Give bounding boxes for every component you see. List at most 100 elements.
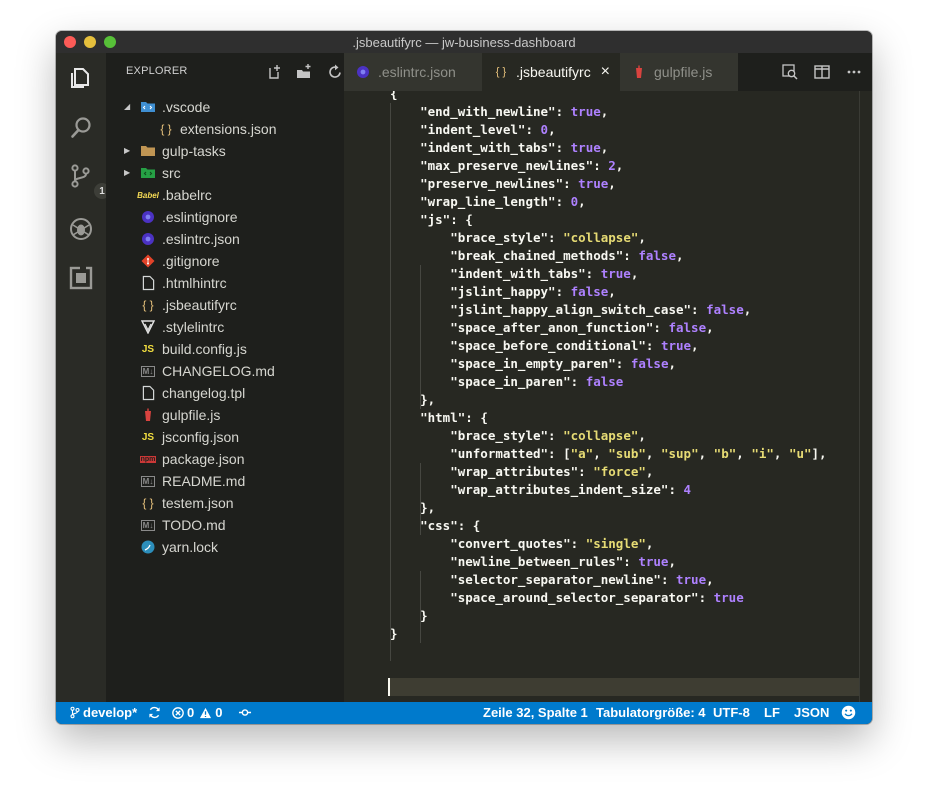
tree-item-extensions-json[interactable]: { } extensions.json — [106, 118, 344, 140]
open-changes-icon[interactable] — [782, 64, 798, 80]
code-token: "i" — [751, 446, 774, 461]
code-token: ], — [811, 446, 827, 461]
chevron-right-icon[interactable]: ▶ — [124, 146, 134, 156]
code-token: , — [638, 230, 646, 245]
tree-item-label: package.json — [162, 451, 245, 467]
search-icon[interactable] — [68, 115, 94, 141]
markdown-icon: M↓ — [140, 519, 156, 531]
tree-item-htmlhintrc[interactable]: .htmlhintrc — [106, 272, 344, 294]
new-folder-icon[interactable] — [296, 64, 312, 80]
tree-item-yarn-lock[interactable]: yarn.lock — [106, 536, 344, 558]
gulp-icon — [632, 65, 646, 79]
code-token: : — [563, 176, 579, 191]
code-token: , — [548, 122, 556, 137]
tree-item-jsbeautifyrc[interactable]: { } .jsbeautifyrc — [106, 294, 344, 316]
source-control-icon[interactable]: 1 — [68, 163, 110, 199]
debug-icon[interactable] — [68, 216, 94, 242]
tree-item-label: .stylelintrc — [162, 319, 225, 335]
file-icon — [140, 385, 156, 401]
code-line: }, — [390, 391, 435, 409]
code-token: "brace_style" — [390, 230, 549, 245]
code-token: { — [390, 91, 398, 101]
code-line: "end_with_newline": true, — [390, 103, 608, 121]
tree-item-changelog-md[interactable]: M↓ CHANGELOG.md — [106, 360, 344, 382]
refresh-icon[interactable] — [327, 64, 343, 80]
feedback-smiley-icon[interactable] — [841, 705, 856, 720]
tab-gulpfile[interactable]: gulpfile.js — [620, 53, 738, 91]
tab-eslintrc[interactable]: .eslintrc.json — [344, 53, 482, 91]
tree-item-todo-md[interactable]: M↓ TODO.md — [106, 514, 344, 536]
code-token: false — [706, 302, 744, 317]
text-cursor — [388, 678, 390, 696]
tree-item-gulpfile-js[interactable]: gulpfile.js — [106, 404, 344, 426]
tree-item-build-config-js[interactable]: JS build.config.js — [106, 338, 344, 360]
code-token: , — [773, 446, 789, 461]
tab-size[interactable]: Tabulatorgröße: 4 — [596, 705, 706, 720]
tree-item-label: .eslintignore — [162, 209, 238, 225]
maximize-window-button[interactable] — [104, 36, 116, 48]
tree-item-readme-md[interactable]: M↓ README.md — [106, 470, 344, 492]
code-token: , — [600, 104, 609, 119]
more-actions-icon[interactable] — [846, 64, 862, 80]
cursor-position[interactable]: Zeile 32, Spalte 1 — [483, 705, 588, 720]
code-token: false — [585, 374, 624, 389]
code-token: "wrap_line_length" — [390, 194, 556, 209]
tree-item-label: extensions.json — [180, 121, 277, 137]
code-token: false — [630, 356, 669, 371]
tab-jsbeautifyrc[interactable]: { } .jsbeautifyrc × — [482, 53, 620, 91]
code-token: : — [623, 554, 639, 569]
chevron-down-icon[interactable]: ◢ — [124, 102, 134, 112]
code-token: , — [743, 302, 752, 317]
scrollbar-track[interactable] — [859, 91, 860, 702]
tree-item-eslintignore[interactable]: .eslintignore — [106, 206, 344, 228]
git-icon — [140, 253, 156, 269]
close-window-button[interactable] — [64, 36, 76, 48]
code-token: : — [570, 536, 586, 551]
tree-item-stylelintrc[interactable]: .stylelintrc — [106, 316, 344, 338]
eslint-icon — [140, 209, 156, 225]
tree-item-eslintrc-json[interactable]: .eslintrc.json — [106, 228, 344, 250]
tab-bar: .eslintrc.json { } .jsbeautifyrc × gulpf… — [344, 53, 872, 91]
yarn-icon — [140, 539, 156, 555]
code-token: false — [570, 284, 609, 299]
tree-item-vscode[interactable]: ◢ .vscode — [106, 96, 344, 118]
stylelint-icon — [140, 319, 156, 335]
code-token: "css" — [390, 518, 458, 533]
branch-indicator[interactable]: develop* — [70, 705, 137, 720]
tree-item-gitignore[interactable]: .gitignore — [106, 250, 344, 272]
tree-item-changelog-tpl[interactable]: changelog.tpl — [106, 382, 344, 404]
new-file-icon[interactable] — [266, 64, 282, 80]
close-tab-button[interactable]: × — [601, 63, 610, 81]
sync-icon[interactable] — [148, 706, 161, 719]
tree-item-src[interactable]: ▶ src — [106, 162, 344, 184]
problems-indicator[interactable]: 0 0 — [172, 705, 222, 720]
tab-label: .jsbeautifyrc — [516, 64, 591, 80]
explorer-files-icon[interactable] — [68, 65, 94, 91]
split-editor-icon[interactable] — [814, 64, 830, 80]
extensions-icon[interactable] — [68, 265, 94, 291]
live-share-icon[interactable] — [238, 706, 252, 719]
tree-item-babelrc[interactable]: Babel .babelrc — [106, 184, 344, 206]
line-ending[interactable]: LF — [764, 705, 780, 720]
tree-item-jsconfig-json[interactable]: JS jsconfig.json — [106, 426, 344, 448]
warning-icon — [200, 707, 212, 718]
code-line: "selector_separator_newline": true, — [390, 571, 713, 589]
tree-item-testem-json[interactable]: { } testem.json — [106, 492, 344, 514]
status-bar: develop* 0 0 Zeile 32, Spalte 1 Tabulato… — [56, 702, 872, 724]
code-line: "break_chained_methods": false, — [390, 247, 683, 265]
code-line: "brace_style": "collapse", — [390, 427, 646, 445]
minimize-window-button[interactable] — [84, 36, 96, 48]
tree-item-label: README.md — [162, 473, 246, 489]
chevron-right-icon[interactable]: ▶ — [124, 168, 134, 178]
code-line: "max_preserve_newlines": 2, — [390, 157, 623, 175]
code-token: true — [638, 554, 669, 569]
language-mode[interactable]: JSON — [794, 705, 829, 720]
tree-item-gulp-tasks[interactable]: ▶ gulp-tasks — [106, 140, 344, 162]
encoding[interactable]: UTF-8 — [713, 705, 750, 720]
tree-item-package-json[interactable]: npm package.json — [106, 448, 344, 470]
code-token: : — [525, 122, 541, 137]
npm-icon: npm — [139, 455, 157, 463]
code-line: "space_before_conditional": true, — [390, 337, 698, 355]
code-token: "html" — [390, 410, 466, 425]
code-editor[interactable]: { "end_with_newline": true, "indent_leve… — [344, 91, 872, 702]
